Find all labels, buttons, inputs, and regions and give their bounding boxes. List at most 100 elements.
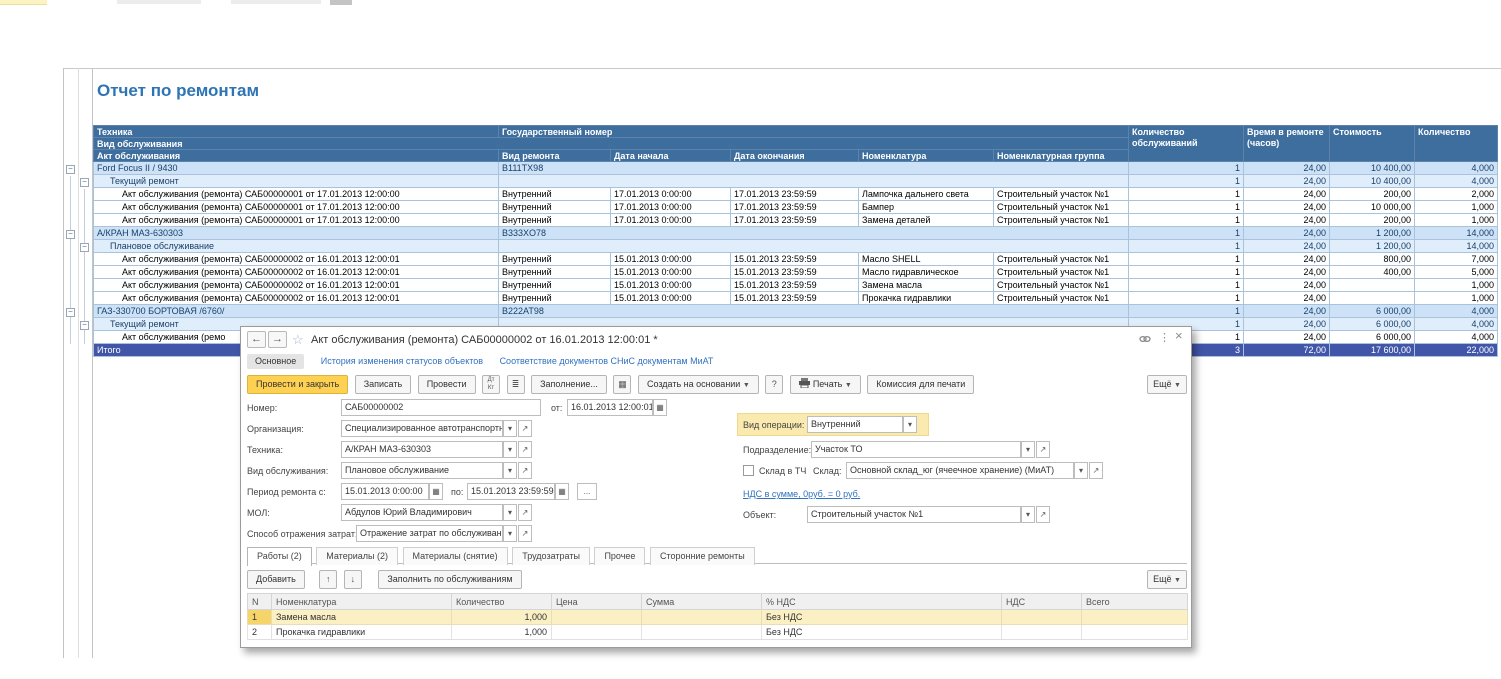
department-field[interactable]: Участок ТО <box>811 441 1021 458</box>
col-service-count[interactable]: Количество обслуживаний <box>1129 126 1244 162</box>
parts-row[interactable]: 1Замена масла1,000Без НДС <box>248 610 1188 625</box>
vat-link[interactable]: НДС в сумме, 0руб. = 0 руб. <box>743 489 860 499</box>
forward-button[interactable]: → <box>268 331 287 348</box>
warehouse-in-rows-checkbox[interactable] <box>743 465 754 476</box>
dropdown-icon[interactable]: ▾ <box>503 504 517 521</box>
add-row-button[interactable]: Добавить <box>247 570 305 589</box>
open-icon[interactable]: ↗ <box>518 420 532 437</box>
period-ellipsis-button[interactable]: ... <box>577 483 597 500</box>
tab-materials[interactable]: Материалы (2) <box>316 547 398 565</box>
collapse-icon[interactable]: − <box>66 230 75 239</box>
col-nomen[interactable]: Номенклатура <box>859 150 994 162</box>
open-icon[interactable]: ↗ <box>1089 462 1103 479</box>
col-n[interactable]: N <box>248 594 272 610</box>
col-quantity[interactable]: Количество <box>452 594 552 610</box>
fill-button[interactable]: Заполнение... <box>531 375 607 394</box>
col-repair-kind[interactable]: Вид ремонта <box>499 150 611 162</box>
col-service-kind[interactable]: Вид обслуживания <box>94 138 1129 150</box>
warehouse-field[interactable]: Основной склад_юг (ячеечное хранение) (М… <box>846 462 1074 479</box>
object-field[interactable]: Строительный участок №1 <box>807 506 1021 523</box>
col-act[interactable]: Акт обслуживания <box>94 150 499 162</box>
calendar-icon[interactable]: ▦ <box>555 483 569 500</box>
dtkt-icon-button[interactable]: ДтКт <box>482 375 500 394</box>
tab-works[interactable]: Работы (2) <box>247 547 312 566</box>
dropdown-icon[interactable]: ▾ <box>503 420 517 437</box>
link-icon[interactable] <box>1139 334 1151 347</box>
collapse-icon[interactable]: − <box>66 308 75 317</box>
col-sum[interactable]: Сумма <box>642 594 762 610</box>
more-dots-icon[interactable]: ⋮ <box>1159 332 1170 344</box>
operation-field[interactable]: Внутренний <box>807 416 903 433</box>
table-row[interactable]: Акт обслуживания (ремонта) САБ00000001 о… <box>94 188 1498 201</box>
back-button[interactable]: ← <box>247 331 266 348</box>
parts-more-button[interactable]: Ещё ▼ <box>1147 570 1187 589</box>
close-icon[interactable]: × <box>1175 330 1183 342</box>
tab-status-history[interactable]: История изменения статусов объектов <box>321 354 483 366</box>
collapse-icon[interactable]: − <box>80 321 89 330</box>
table-row[interactable]: Текущий ремонт124,0010 400,004,000 <box>94 175 1498 188</box>
col-nomen-group[interactable]: Номенклатурная группа <box>994 150 1129 162</box>
table-row[interactable]: А/КРАН МАЗ-630303B333XO78124,001 200,001… <box>94 227 1498 240</box>
table-row[interactable]: ГАЗ-330700 БОРТОВАЯ /6760/B222AT98124,00… <box>94 305 1498 318</box>
table-row[interactable]: Плановое обслуживание124,001 200,0014,00… <box>94 240 1498 253</box>
calendar-icon[interactable]: ▦ <box>653 399 667 416</box>
post-button[interactable]: Провести <box>418 375 476 394</box>
mol-field[interactable]: Абдулов Юрий Владимирович <box>341 504 503 521</box>
collapse-icon[interactable]: − <box>80 243 89 252</box>
table-row[interactable]: Акт обслуживания (ремонта) САБ00000001 о… <box>94 201 1498 214</box>
dropdown-icon[interactable]: ▾ <box>503 462 517 479</box>
tab-docs-match[interactable]: Соответствие документов СНиС документам … <box>500 354 714 366</box>
create-based-on-button[interactable]: Создать на основании ▼ <box>638 375 759 394</box>
table-row[interactable]: Акт обслуживания (ремонта) САБ00000002 о… <box>94 253 1498 266</box>
costs-method-field[interactable]: Отражение затрат по обслуживанию АТ <box>356 525 503 542</box>
col-total[interactable]: Всего <box>1082 594 1188 610</box>
help-button[interactable]: ? <box>765 375 783 394</box>
dropdown-icon[interactable]: ▾ <box>1021 441 1035 458</box>
col-qty[interactable]: Количество <box>1415 126 1498 162</box>
tech-field[interactable]: А/КРАН МАЗ-630303 <box>341 441 503 458</box>
open-icon[interactable]: ↗ <box>1036 506 1050 523</box>
fill-by-service-button[interactable]: Заполнить по обслуживаниям <box>378 570 521 589</box>
structure-icon-button[interactable]: ▦ <box>613 375 631 394</box>
post-and-close-button[interactable]: Провести и закрыть <box>247 375 348 394</box>
move-down-button[interactable]: ↓ <box>344 570 362 589</box>
col-nomenclature[interactable]: Номенклатура <box>272 594 452 610</box>
dropdown-icon[interactable]: ▾ <box>1021 506 1035 523</box>
dropdown-icon[interactable]: ▾ <box>1074 462 1088 479</box>
col-vat-percent[interactable]: % НДС <box>762 594 1002 610</box>
dropdown-icon[interactable]: ▾ <box>503 441 517 458</box>
period-from-field[interactable]: 15.01.2013 0:00:00 <box>341 483 429 500</box>
list-icon-button[interactable]: ≣ <box>507 375 525 394</box>
open-icon[interactable]: ↗ <box>518 525 532 542</box>
collapse-icon[interactable]: − <box>66 165 75 174</box>
table-row[interactable]: Акт обслуживания (ремонта) САБ00000002 о… <box>94 279 1498 292</box>
col-tech[interactable]: Техника <box>94 126 499 138</box>
col-gos-number[interactable]: Государственный номер <box>499 126 1129 138</box>
tab-labor[interactable]: Трудозатраты <box>512 547 590 565</box>
dropdown-icon[interactable]: ▾ <box>503 525 517 542</box>
parts-row[interactable]: 2Прокачка гидравлики1,000Без НДС <box>248 625 1188 640</box>
dropdown-icon[interactable]: ▾ <box>903 416 917 433</box>
write-button[interactable]: Записать <box>355 375 411 394</box>
col-repair-hours[interactable]: Время в ремонте (часов) <box>1244 126 1330 162</box>
col-price[interactable]: Цена <box>552 594 642 610</box>
col-date-start[interactable]: Дата начала <box>611 150 731 162</box>
move-up-button[interactable]: ↑ <box>319 570 337 589</box>
org-field[interactable]: Специализированное автотранспортное пред… <box>341 420 503 437</box>
open-icon[interactable]: ↗ <box>518 504 532 521</box>
tab-main[interactable]: Основное <box>247 354 304 369</box>
col-vat[interactable]: НДС <box>1002 594 1082 610</box>
favorite-star-icon[interactable]: ☆ <box>292 332 304 348</box>
form-more-button[interactable]: Ещё ▼ <box>1147 375 1187 394</box>
col-date-end[interactable]: Дата окончания <box>731 150 859 162</box>
tab-other[interactable]: Прочее <box>594 547 645 565</box>
print-button[interactable]: Печать ▼ <box>790 375 861 394</box>
tab-materials-removal[interactable]: Материалы (снятие) <box>403 547 508 565</box>
open-icon[interactable]: ↗ <box>518 462 532 479</box>
table-row[interactable]: Ford Focus II / 9430B111TX98124,0010 400… <box>94 162 1498 175</box>
calendar-icon[interactable]: ▦ <box>429 483 443 500</box>
commission-print-button[interactable]: Комиссия для печати <box>867 375 974 394</box>
number-field[interactable]: САБ00000002 <box>341 399 541 416</box>
from-date-field[interactable]: 16.01.2013 12:00:01 <box>567 399 653 416</box>
open-icon[interactable]: ↗ <box>518 441 532 458</box>
